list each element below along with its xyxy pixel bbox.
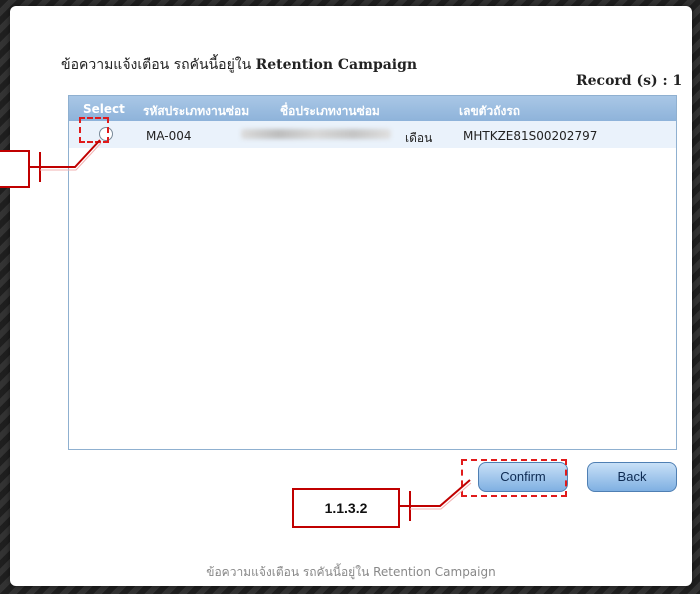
annotation-connectors <box>28 139 472 521</box>
connector-confirm-line <box>410 479 471 507</box>
